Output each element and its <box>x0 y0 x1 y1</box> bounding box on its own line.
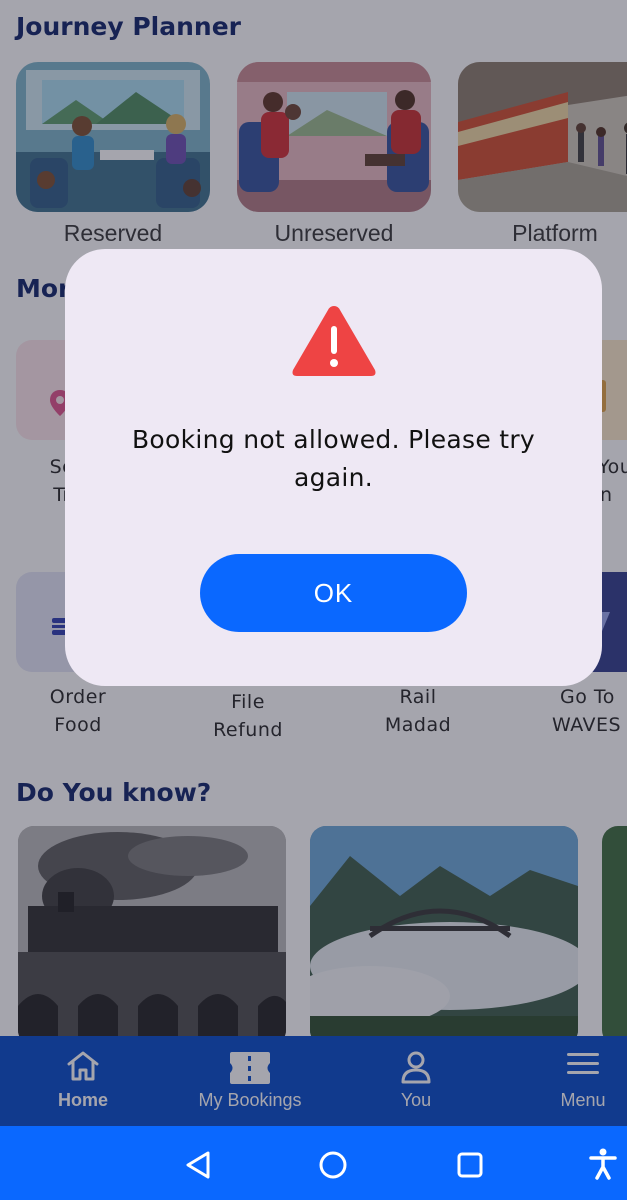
back-icon[interactable] <box>184 1150 212 1184</box>
warning-icon <box>289 302 379 384</box>
dialog-message: Booking not allowed. Please try again. <box>131 425 536 492</box>
error-dialog: Booking not allowed. Please try again. O… <box>65 249 602 686</box>
system-navigation-bar <box>0 1126 627 1200</box>
accessibility-icon[interactable] <box>588 1148 618 1184</box>
app-screen: Journey Planner Reserved Unreserved Plat… <box>0 0 627 1200</box>
home-circle-icon[interactable] <box>318 1150 348 1184</box>
recents-icon[interactable] <box>456 1151 484 1183</box>
ok-button[interactable]: OK <box>200 554 467 632</box>
